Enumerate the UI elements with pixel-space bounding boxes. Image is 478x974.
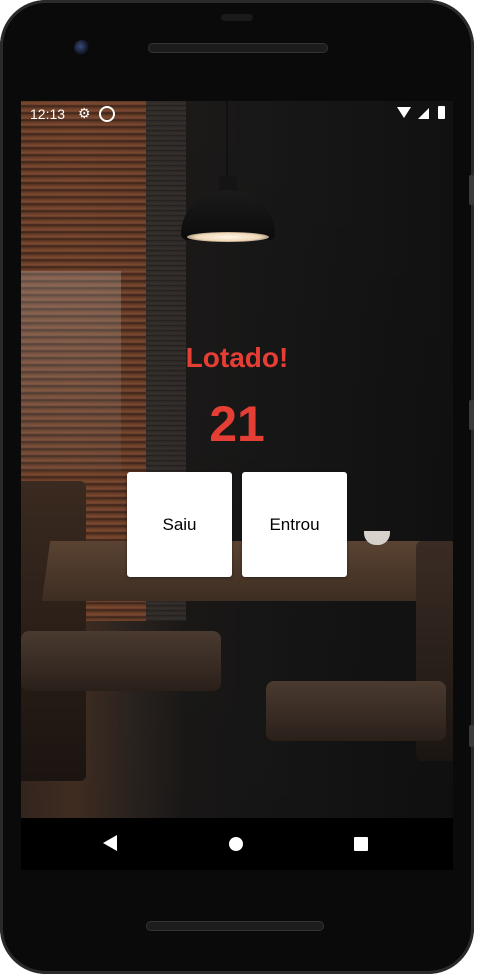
lamp-glow: [187, 232, 269, 242]
signal-icon: [418, 108, 429, 119]
front-camera: [74, 40, 90, 56]
power-button: [469, 725, 474, 747]
chair-seat-right: [266, 681, 446, 741]
home-icon[interactable]: [229, 837, 243, 851]
volume-button-2: [469, 400, 474, 430]
wifi-icon: [397, 107, 411, 118]
chair-seat-left: [21, 631, 221, 691]
earpiece: [221, 14, 253, 21]
saiu-button[interactable]: Saiu: [127, 472, 232, 577]
sync-icon: [99, 106, 115, 122]
people-count: 21: [209, 396, 265, 452]
status-title: Lotado!: [185, 342, 289, 373]
status-time: 12:13: [30, 106, 66, 122]
phone-frame: 12:13 ⚙ Lotado! 21 Saiu Entrou: [0, 0, 474, 974]
volume-button: [469, 175, 474, 205]
app-screen: 12:13 ⚙ Lotado! 21 Saiu Entrou: [21, 101, 453, 818]
entrou-button[interactable]: Entrou: [242, 472, 347, 577]
top-speaker: [148, 43, 328, 53]
bottom-speaker: [146, 921, 324, 931]
recents-icon[interactable]: [354, 837, 368, 851]
gear-icon: ⚙: [78, 105, 91, 121]
back-icon[interactable]: [103, 835, 117, 851]
navigation-bar: [21, 818, 453, 870]
battery-icon: [438, 106, 445, 119]
pendant-lamp: [181, 176, 275, 246]
status-bar: 12:13 ⚙: [21, 101, 453, 127]
